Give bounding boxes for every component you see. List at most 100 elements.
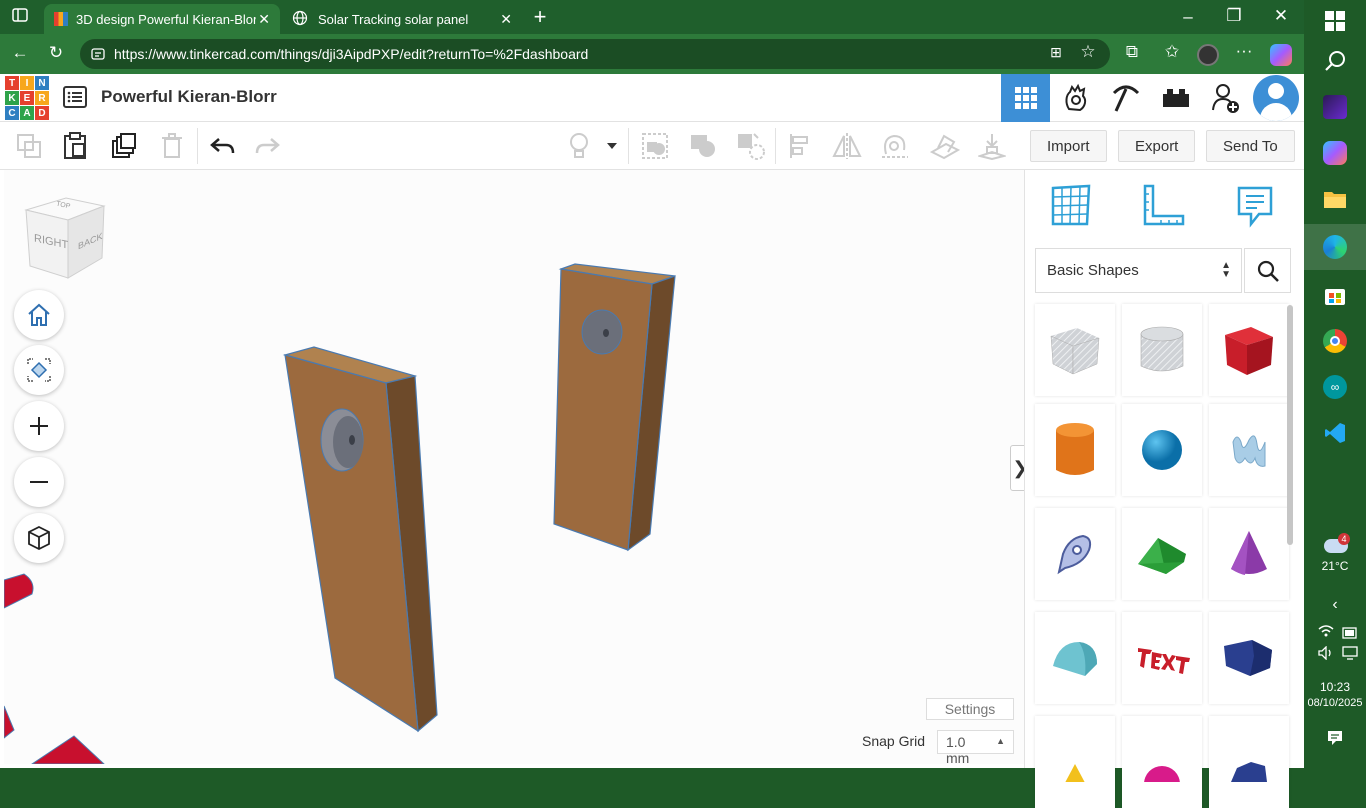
sidebar-toggle-icon[interactable] — [8, 7, 32, 28]
store-icon[interactable] — [1322, 282, 1348, 308]
shape-box[interactable] — [1209, 304, 1289, 396]
shape-box-hole[interactable] — [1035, 304, 1115, 396]
minimize-icon[interactable]: – — [1176, 7, 1200, 27]
edge-icon[interactable] — [1322, 234, 1348, 260]
send-to-button[interactable]: Send To — [1206, 130, 1295, 162]
extensions-icon[interactable]: ⧉ — [1120, 42, 1144, 62]
shape-hexagonal-prism-partial[interactable] — [1209, 716, 1289, 808]
fit-view-button[interactable] — [14, 345, 64, 395]
workplane-icon[interactable] — [928, 130, 962, 162]
ungroup-icon[interactable] — [686, 130, 720, 162]
ruler-tool-button[interactable] — [1139, 184, 1187, 228]
shape-paper-clip[interactable] — [1035, 508, 1115, 600]
shape-sphere[interactable] — [1122, 404, 1202, 496]
duplicate-icon[interactable] — [107, 130, 141, 162]
site-info-icon[interactable] — [90, 46, 106, 65]
profile-avatar[interactable] — [1197, 44, 1219, 66]
view-cube[interactable]: TOP RIGHT BACK — [24, 194, 108, 280]
shape-round-roof[interactable] — [1035, 612, 1115, 704]
shape-cylinder[interactable] — [1035, 404, 1115, 496]
user-avatar[interactable] — [1251, 74, 1300, 122]
settings-button[interactable]: Settings — [926, 698, 1014, 720]
shape-half-sphere-partial[interactable] — [1122, 716, 1202, 808]
bricks-button[interactable] — [1151, 74, 1200, 122]
undo-icon[interactable] — [205, 130, 239, 162]
cruise-icon[interactable] — [878, 130, 912, 162]
battery-icon[interactable] — [1342, 626, 1358, 644]
drop-icon[interactable] — [975, 130, 1009, 162]
notifications-icon[interactable] — [1327, 730, 1343, 751]
file-explorer-icon[interactable] — [1322, 186, 1348, 212]
redo-icon[interactable] — [251, 130, 285, 162]
app-available-icon[interactable]: ⊞ — [1044, 44, 1068, 61]
shape-cone[interactable] — [1209, 508, 1289, 600]
tab-solar[interactable]: Solar Tracking solar panel ✕ — [282, 4, 522, 34]
import-button[interactable]: Import — [1030, 130, 1107, 162]
windows-start-icon[interactable] — [1322, 8, 1348, 34]
lightbulb-dropdown-icon[interactable] — [600, 130, 624, 162]
chrome-icon[interactable] — [1322, 328, 1348, 354]
back-icon[interactable]: ← — [8, 43, 32, 63]
tinkercad-logo[interactable]: T I N K E R C A D — [5, 76, 49, 120]
workplane-viewport[interactable]: TOP RIGHT BACK Settings Snap Grid 1.0 mm… — [4, 170, 1024, 764]
volume-icon[interactable] — [1318, 645, 1334, 665]
mirror-icon[interactable] — [830, 130, 864, 162]
weather-widget[interactable]: 4 21°C — [1304, 533, 1366, 577]
panel-scrollbar[interactable] — [1287, 305, 1293, 545]
hole-icon[interactable] — [734, 130, 768, 162]
shape-category-select[interactable]: Basic Shapes ▲ ▼ — [1035, 248, 1242, 293]
favorite-star-icon[interactable]: ☆ — [1076, 42, 1100, 62]
design-list-icon[interactable] — [63, 86, 87, 113]
perspective-button[interactable] — [14, 513, 64, 563]
align-icon[interactable] — [783, 130, 817, 162]
close-window-icon[interactable]: ✕ — [1269, 6, 1293, 26]
workplane-tool-button[interactable] — [1049, 184, 1093, 228]
copy-icon[interactable] — [12, 130, 46, 162]
arduino-icon[interactable]: ∞ — [1322, 374, 1348, 400]
paste-icon[interactable] — [58, 130, 92, 162]
shape-text[interactable] — [1122, 612, 1202, 704]
shape-polygon[interactable] — [1209, 612, 1289, 704]
clock-time[interactable]: 10:23 — [1304, 680, 1366, 694]
codeblocks-button[interactable] — [1101, 74, 1150, 122]
group-icon[interactable] — [638, 130, 672, 162]
close-tab-icon[interactable]: ✕ — [258, 11, 270, 28]
home-view-button[interactable] — [14, 290, 64, 340]
snap-grid-select[interactable]: 1.0 mm ▲ — [937, 730, 1014, 764]
lightbulb-icon[interactable] — [562, 130, 596, 162]
restore-icon[interactable]: ❐ — [1222, 6, 1246, 26]
display-icon[interactable] — [1342, 646, 1358, 665]
favorites-icon[interactable]: ✩ — [1160, 42, 1184, 62]
show-hidden-icons[interactable]: ‹ — [1304, 596, 1366, 614]
shape-search-button[interactable] — [1244, 248, 1291, 293]
zoom-out-button[interactable] — [14, 457, 64, 507]
more-icon[interactable]: ··· — [1232, 41, 1256, 61]
vscode-icon[interactable] — [1322, 420, 1348, 446]
shape-cylinder-hole[interactable] — [1122, 304, 1202, 396]
panel-object-left[interactable] — [282, 346, 438, 733]
app-launcher-icon[interactable] — [1322, 94, 1348, 120]
clock-date[interactable]: 08/10/2025 — [1304, 697, 1366, 709]
wifi-icon[interactable] — [1318, 624, 1334, 643]
copilot-taskbar-icon[interactable] — [1322, 140, 1348, 166]
tab-tinkercad[interactable]: 3D design Powerful Kieran-Blorr · ✕ — [44, 4, 280, 34]
zoom-in-button[interactable] — [14, 401, 64, 451]
search-icon[interactable] — [1322, 48, 1348, 74]
copilot-icon[interactable] — [1270, 44, 1292, 66]
invite-user-button[interactable] — [1201, 74, 1250, 122]
url-field[interactable]: https://www.tinkercad.com/things/dji3Aip… — [80, 39, 1110, 69]
partial-red-object[interactable] — [4, 573, 105, 764]
shape-scribble[interactable] — [1209, 404, 1289, 496]
design-title[interactable]: Powerful Kieran-Blorr — [101, 87, 277, 107]
3d-view-button[interactable] — [1001, 74, 1050, 122]
close-tab-icon[interactable]: ✕ — [500, 11, 512, 28]
shape-roof[interactable] — [1122, 508, 1202, 600]
notes-tool-button[interactable] — [1235, 184, 1275, 228]
export-button[interactable]: Export — [1118, 130, 1196, 162]
reload-icon[interactable]: ↻ — [44, 43, 68, 63]
new-tab-button[interactable]: + — [528, 4, 552, 30]
panel-object-right[interactable] — [553, 263, 676, 552]
delete-icon[interactable] — [155, 130, 189, 162]
shape-pyramid-partial[interactable] — [1035, 716, 1115, 808]
circuits-button[interactable] — [1051, 74, 1100, 122]
